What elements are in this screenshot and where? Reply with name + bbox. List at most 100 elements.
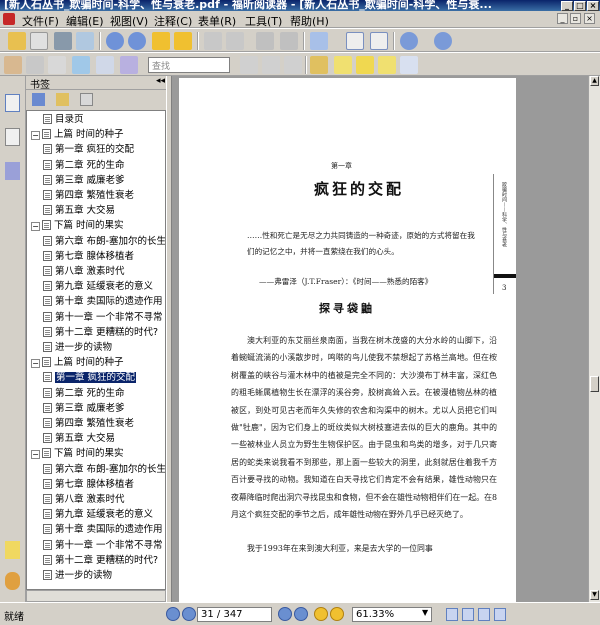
zoom-out-icon[interactable] [400,32,418,50]
collapse-toggle-icon[interactable]: − [31,359,40,369]
collapse-toggle-icon[interactable]: − [31,222,40,232]
bookmark-item[interactable]: 第七章 腺体移植者 [43,478,134,491]
menu-file[interactable]: 文件(F) [22,13,59,29]
first-page-icon[interactable] [166,607,180,621]
bookmark-item[interactable]: 第十一章 一个非常不寻常 [43,311,163,324]
next-page-icon[interactable] [278,607,292,621]
minimize-button[interactable]: _ [561,1,573,11]
bookmark-item[interactable]: 第二章 死的生命 [43,159,125,172]
bookmark-item[interactable]: 第十章 卖国际的遗迹作用 [43,523,163,536]
delete-bookmark-icon[interactable] [32,93,45,106]
email-icon[interactable] [76,32,94,50]
bookmark-item[interactable]: 第八章 激素时代 [43,493,125,506]
highlight-icon[interactable] [310,56,328,74]
doc-close-button[interactable]: × [584,13,595,24]
close-button[interactable]: × [587,1,599,11]
bookmarks-tree[interactable]: 目录页 − 上篇 时间的种子 第一章 疯狂的交配 第二章 死的生命 第三章 威廉老爹 第四章… [26,110,166,590]
undo-icon[interactable] [256,32,274,50]
extract-icon[interactable] [204,32,222,50]
bookmark-item[interactable]: 第七章 腺体移植者 [43,250,134,263]
pointer-icon[interactable] [48,56,66,74]
bookmark-item[interactable]: 第二章 死的生命 [43,387,125,400]
bookmark-item[interactable]: 第一章 疯狂的交配 [43,143,134,156]
bookmark-item[interactable]: 第九章 延缓衰老的意义 [43,508,153,521]
arrow-icon[interactable] [400,56,418,74]
select-text-icon[interactable] [26,56,44,74]
bookmark-item[interactable]: 第十二章 更糟糕的时代? [43,554,158,567]
print-icon[interactable] [54,32,72,50]
menu-comment[interactable]: 注释(C) [154,13,192,29]
find-options-icon[interactable] [284,56,302,74]
open-icon[interactable] [8,32,26,50]
last-page-icon[interactable] [294,607,308,621]
find-prev-icon[interactable] [240,56,258,74]
prev-page-icon[interactable] [182,607,196,621]
menu-view[interactable]: 视图(V) [110,13,148,29]
hand-tool-icon[interactable] [4,56,22,74]
new-icon[interactable] [30,32,48,50]
layers-tab-icon[interactable] [5,162,20,180]
comments-tab-icon[interactable] [5,541,20,559]
scroll-thumb[interactable] [590,376,599,392]
next-page-icon[interactable] [128,32,146,50]
bookmark-item[interactable]: 第五章 大交易 [43,204,115,217]
previous-page-icon[interactable] [106,32,124,50]
bookmark-item[interactable]: 进一步的读物 [43,569,112,582]
bookmark-group[interactable]: − 下篇 时间的果实 [31,447,124,460]
go-back-icon[interactable] [314,607,328,621]
collapse-panel-icon[interactable]: ◂◂ [156,76,165,86]
attachments-tab-icon[interactable] [5,572,20,590]
maximize-button[interactable]: □ [574,1,586,11]
redo-icon[interactable] [280,32,298,50]
search-input[interactable]: 查找 [148,57,230,73]
new-bookmark-icon[interactable] [56,93,69,106]
bookmark-item[interactable]: 第五章 大交易 [43,432,115,445]
bookmark-item[interactable]: 第四章 繁殖性衰老 [43,189,134,202]
bookmark-item[interactable]: 第八章 激素时代 [43,265,125,278]
collapse-toggle-icon[interactable]: − [31,131,40,141]
doc-restore-button[interactable]: ▫ [570,13,581,24]
scroll-up-icon[interactable]: ▲ [590,76,599,86]
camera-icon[interactable] [120,56,138,74]
menu-form[interactable]: 表单(R) [198,13,236,29]
fit-width-icon[interactable] [370,32,388,50]
facing-icon[interactable] [478,608,490,621]
continuous-icon[interactable] [462,608,474,621]
collapse-toggle-icon[interactable]: − [31,450,40,460]
bookmark-item[interactable]: 第十二章 更糟糕的时代? [43,326,158,339]
zoom-dropdown-icon[interactable]: ▼ [422,608,428,617]
doc-minimize-button[interactable]: _ [557,13,568,24]
snapshot-icon[interactable] [72,56,90,74]
bookmark-item[interactable]: 进一步的读物 [43,341,112,354]
continuous-facing-icon[interactable] [494,608,506,621]
zoom-field[interactable]: 61.33% [352,607,432,622]
zoom-plus-icon[interactable] [434,32,452,50]
note-icon[interactable] [334,56,352,74]
tree-horizontal-scrollbar[interactable] [26,590,166,602]
bookmark-item[interactable]: 第四章 繁殖性衰老 [43,417,134,430]
comment-icon[interactable] [378,56,396,74]
bookmark-item[interactable]: 目录页 [43,113,84,126]
bookmark-item[interactable]: 第三章 威廉老爹 [43,402,125,415]
bookmark-item[interactable]: 第十一章 一个非常不寻常 [43,539,163,552]
bookmark-item[interactable]: 第六章 布朗-塞加尔的长生 [43,463,165,476]
bookmarks-tab-icon[interactable] [5,94,20,112]
single-page-icon[interactable] [446,608,458,621]
bookmark-group[interactable]: − 上篇 时间的种子 [31,356,124,369]
text-box-icon[interactable] [356,56,374,74]
find-next-icon[interactable] [262,56,280,74]
bookmark-group[interactable]: − 下篇 时间的果实 [31,219,124,232]
bookmark-item[interactable]: 第六章 布朗-塞加尔的长生 [43,235,165,248]
bookmark-options-icon[interactable] [80,93,93,106]
go-forward-icon[interactable] [330,607,344,621]
bookmark-item[interactable]: 第一章 疯狂的交配 [43,371,137,384]
zoom-in-icon[interactable] [310,32,328,50]
pages-tab-icon[interactable] [5,128,20,146]
bookmark-item[interactable]: 第九章 延缓衰老的意义 [43,280,153,293]
rotate-icon[interactable] [226,32,244,50]
vertical-scrollbar[interactable]: ▲ ▼ [588,76,600,602]
typewriter-icon[interactable] [96,56,114,74]
back-icon[interactable] [152,32,170,50]
bookmark-item[interactable]: 第三章 威廉老爹 [43,174,125,187]
menu-tools[interactable]: 工具(T) [245,13,282,29]
